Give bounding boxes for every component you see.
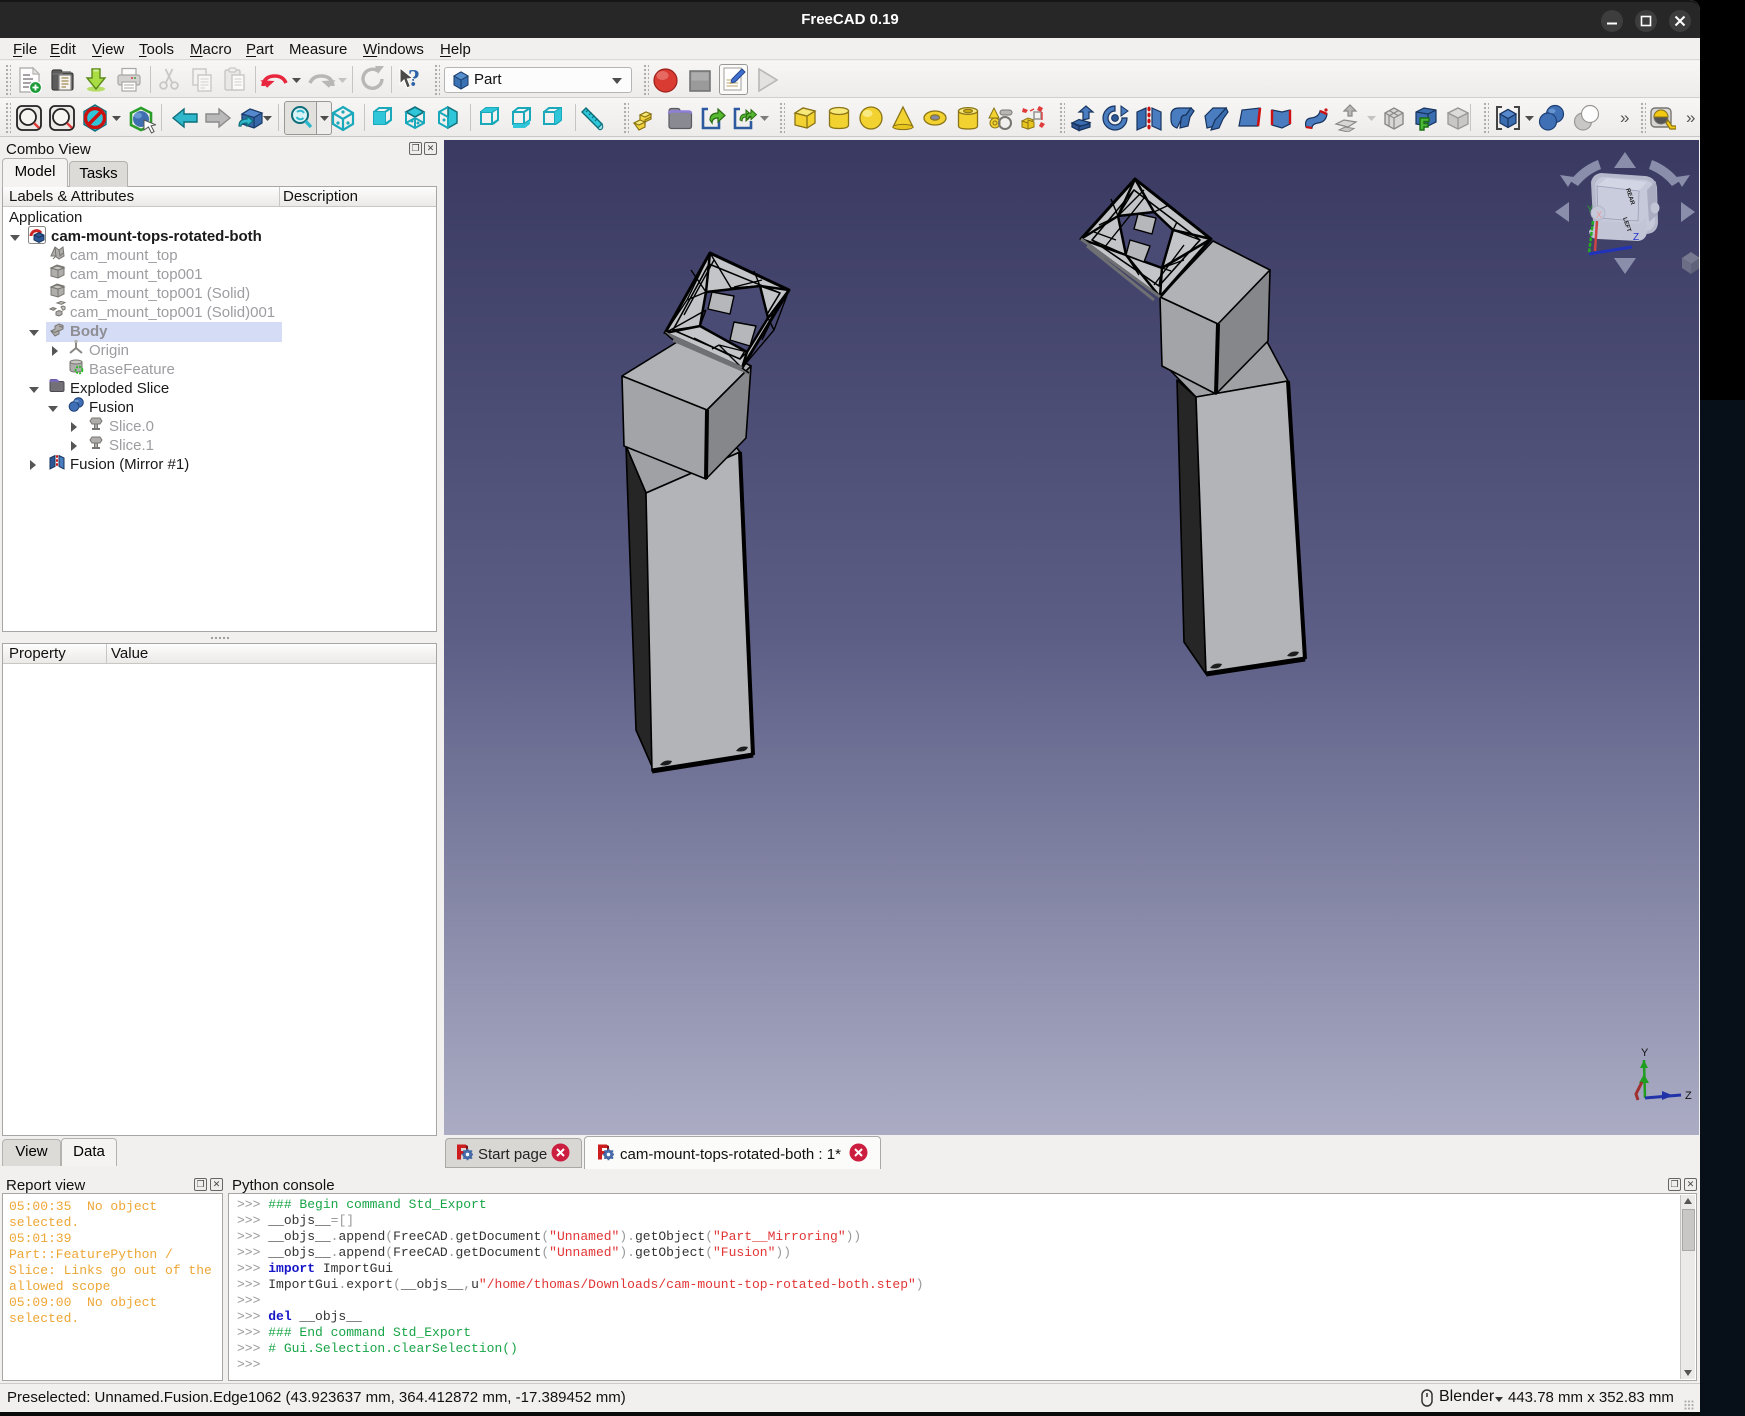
svg-text:Z: Z bbox=[1633, 232, 1639, 243]
svg-text:Y: Y bbox=[1587, 204, 1593, 214]
svg-text:Z: Z bbox=[1685, 1090, 1692, 1102]
svg-text:Y: Y bbox=[1641, 1047, 1649, 1059]
svg-text:X: X bbox=[1596, 210, 1602, 220]
